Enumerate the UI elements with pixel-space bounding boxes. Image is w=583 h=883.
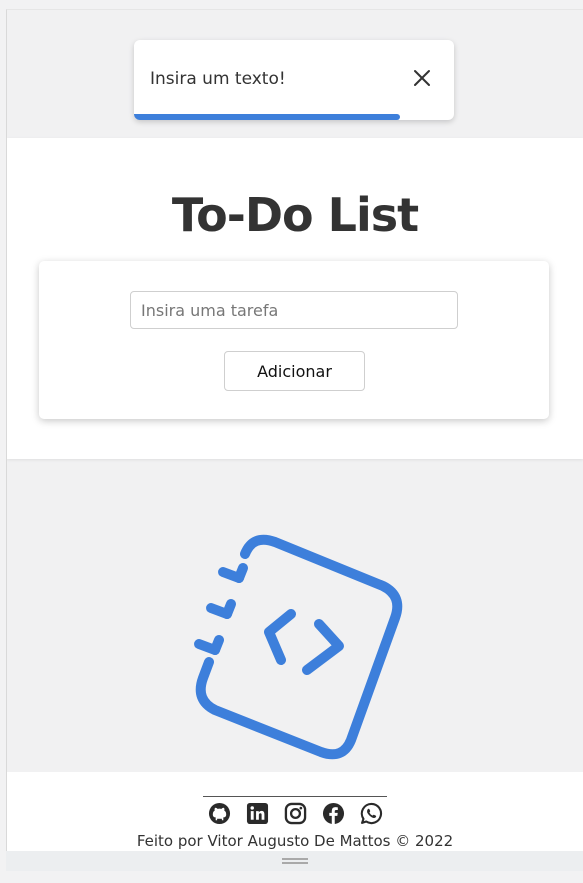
github-icon[interactable] <box>208 802 231 825</box>
close-icon[interactable] <box>410 66 434 90</box>
todo-header-section: To-Do List Adicionar <box>7 138 583 459</box>
app-viewport: Insira um texto! To-Do List Adicionar <box>6 9 583 852</box>
instagram-icon[interactable] <box>284 802 307 825</box>
page-title: To-Do List <box>171 188 419 242</box>
code-notebook-icon <box>187 522 407 762</box>
facebook-icon[interactable] <box>322 802 345 825</box>
toast-notification: Insira um texto! <box>134 40 454 120</box>
whatsapp-icon[interactable] <box>360 802 383 825</box>
task-input[interactable] <box>130 291 458 329</box>
add-button[interactable]: Adicionar <box>224 351 365 391</box>
bottom-resize-bar <box>6 851 583 871</box>
toast-message: Insira um texto! <box>150 69 286 89</box>
footer-credit: Feito por Vitor Augusto De Mattos © 2022 <box>136 832 454 850</box>
linkedin-icon[interactable] <box>246 802 269 825</box>
footer: Feito por Vitor Augusto De Mattos © 2022 <box>7 772 583 852</box>
resize-handle[interactable] <box>282 858 308 864</box>
notification-area: Insira um texto! <box>7 10 583 137</box>
toast-progress-bar <box>134 114 400 120</box>
add-task-card: Adicionar <box>39 261 549 419</box>
social-links <box>7 802 583 826</box>
footer-divider <box>203 796 387 797</box>
